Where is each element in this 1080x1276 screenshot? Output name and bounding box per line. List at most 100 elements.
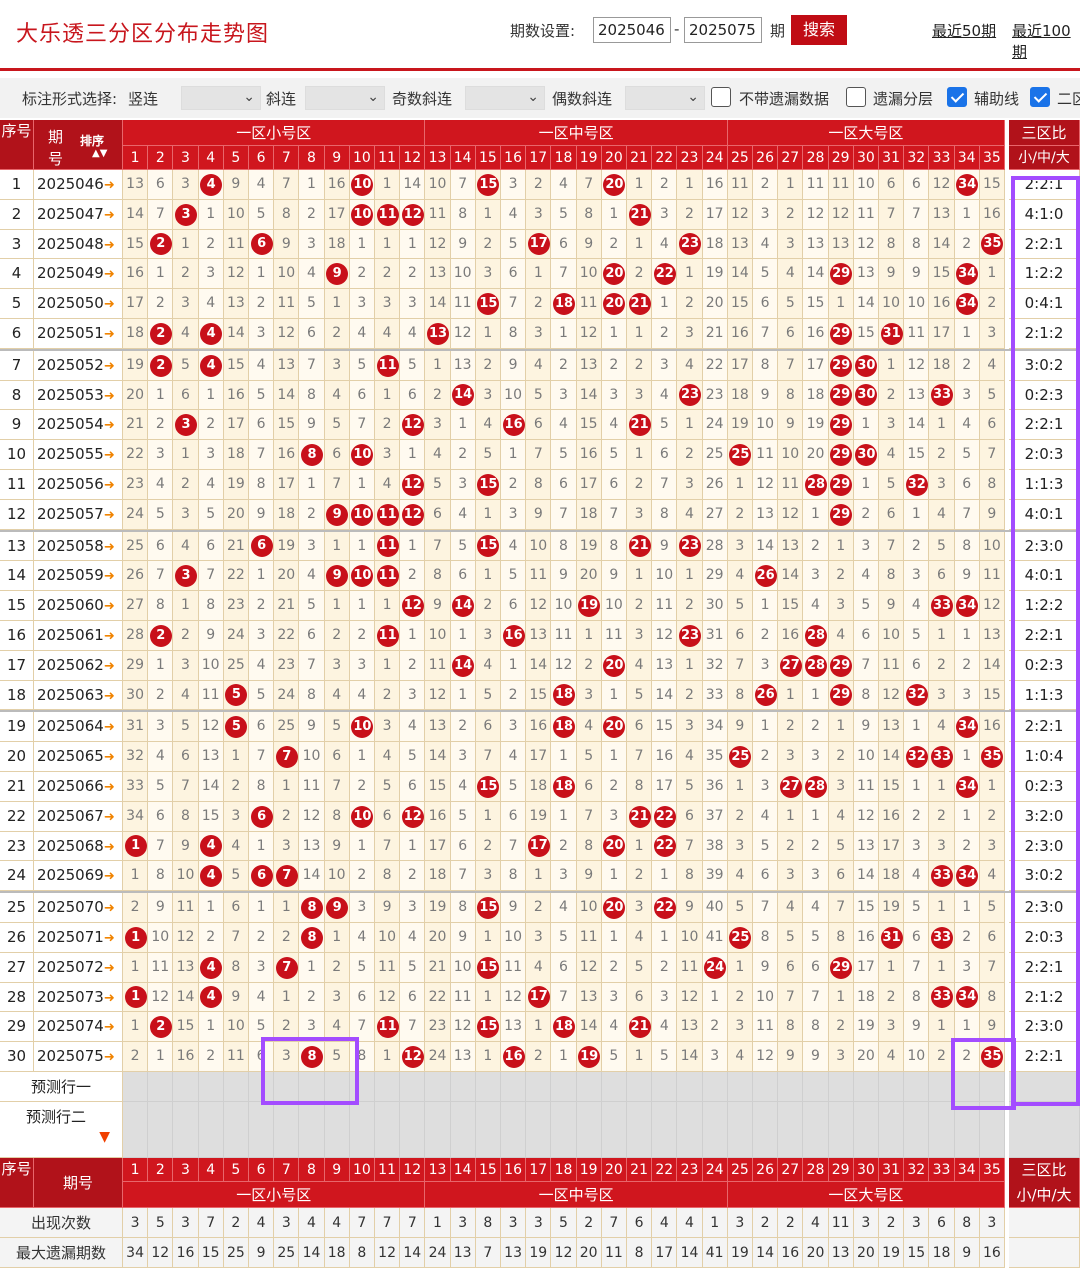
pred-row2-cell[interactable] — [929, 1102, 955, 1158]
pred-row1-cell[interactable] — [400, 1072, 426, 1102]
pred-row2-cell[interactable] — [954, 1102, 980, 1158]
pred-row2-cell[interactable] — [274, 1102, 300, 1158]
pred-row1-cell[interactable] — [576, 1072, 602, 1102]
pred-row2-cell[interactable] — [148, 1102, 174, 1158]
pred-row2-cell[interactable] — [803, 1102, 829, 1158]
pred-row1-cell[interactable] — [778, 1072, 804, 1102]
pred-row1-cell[interactable] — [904, 1072, 930, 1102]
pred-row2-cell[interactable] — [627, 1102, 653, 1158]
pred-row1-cell[interactable] — [148, 1072, 174, 1102]
pred-row2-cell[interactable] — [223, 1102, 249, 1158]
issue-from-input[interactable] — [593, 17, 671, 43]
footer-number-header: 28 — [803, 1158, 829, 1182]
pred-row1-cell[interactable] — [425, 1072, 451, 1102]
pred-row1-cell[interactable] — [803, 1072, 829, 1102]
pred-row2-cell[interactable] — [324, 1102, 350, 1158]
no-missing-checkbox[interactable] — [711, 87, 731, 107]
diagonal-select[interactable]: ⌄ — [305, 86, 385, 110]
pred-row2-cell[interactable] — [375, 1102, 401, 1158]
pred-row2-cell[interactable] — [123, 1102, 149, 1158]
pred-row2-cell[interactable] — [853, 1102, 879, 1158]
pred-row2-cell[interactable] — [601, 1102, 627, 1158]
pred-row2-cell[interactable] — [702, 1102, 728, 1158]
pred-row1-cell[interactable] — [198, 1072, 224, 1102]
pred-row1-cell[interactable] — [929, 1072, 955, 1102]
missing-count-cell: 3 — [652, 982, 678, 1013]
pred-row2-cell[interactable] — [652, 1102, 678, 1158]
pred-row2-cell[interactable] — [501, 1102, 527, 1158]
pred-row1-cell[interactable] — [853, 1072, 879, 1102]
missing-layer-checkbox[interactable] — [846, 87, 866, 107]
pred-row1-cell[interactable] — [274, 1072, 300, 1102]
row-ratio: 2:3:0 — [1009, 531, 1080, 562]
pred-row1-cell[interactable] — [677, 1072, 703, 1102]
odd-diagonal-select[interactable]: ⌄ — [465, 86, 545, 110]
pred-row1-cell[interactable] — [349, 1072, 375, 1102]
winning-ball: 28 — [804, 775, 827, 798]
missing-count-cell: 4 — [929, 499, 955, 530]
pred-row1-cell[interactable] — [601, 1072, 627, 1102]
aux-line-checkbox[interactable] — [947, 87, 967, 107]
pred-row2-cell[interactable] — [677, 1102, 703, 1158]
pred-row2-cell[interactable] — [249, 1102, 275, 1158]
pred-row2-cell[interactable] — [551, 1102, 577, 1158]
pred-row1-cell[interactable] — [627, 1072, 653, 1102]
pred-row2-cell[interactable] — [879, 1102, 905, 1158]
pred-row2-cell[interactable] — [349, 1102, 375, 1158]
recent-50-link[interactable]: 最近50期 — [932, 20, 996, 41]
missing-count-cell: 2 — [425, 380, 451, 411]
pred-row1-cell[interactable] — [123, 1072, 149, 1102]
pred-row1-cell[interactable] — [551, 1072, 577, 1102]
recent-100-link[interactable]: 最近100期 — [1012, 20, 1080, 62]
pred-row1-cell[interactable] — [652, 1072, 678, 1102]
missing-count-cell: 3 — [652, 350, 678, 381]
stats-maxmiss-cell: 19 — [727, 1238, 753, 1268]
pred-row1-cell[interactable] — [223, 1072, 249, 1102]
pred-row2-cell[interactable] — [753, 1102, 779, 1158]
pred-row2-cell[interactable] — [727, 1102, 753, 1158]
pred-row2-cell[interactable] — [299, 1102, 325, 1158]
pred-row1-cell[interactable] — [727, 1072, 753, 1102]
search-button[interactable]: 搜索 — [791, 15, 847, 45]
pred-row1-cell[interactable] — [828, 1072, 854, 1102]
pred-row1-cell[interactable] — [249, 1072, 275, 1102]
pred-row1-cell[interactable] — [475, 1072, 501, 1102]
pred-row2-cell[interactable] — [576, 1102, 602, 1158]
sort-button[interactable]: 排序 — [80, 132, 104, 149]
missing-count-cell: 16 — [526, 712, 552, 743]
issue-to-input[interactable] — [684, 17, 762, 43]
pred-row2-cell[interactable] — [450, 1102, 476, 1158]
even-diagonal-select[interactable]: ⌄ — [625, 86, 705, 110]
pred-row1-cell[interactable] — [702, 1072, 728, 1102]
vertical-select[interactable]: ⌄ — [181, 86, 261, 110]
pred-row2-cell[interactable] — [400, 1102, 426, 1158]
pred-row2-cell[interactable] — [778, 1102, 804, 1158]
pred-row2-cell[interactable] — [198, 1102, 224, 1158]
pred-row2-cell[interactable] — [475, 1102, 501, 1158]
winning-number-cell: 1 — [123, 831, 149, 862]
pred-row1-cell[interactable] — [299, 1072, 325, 1102]
extra-zone-checkbox[interactable] — [1030, 87, 1050, 107]
pred-row1-cell[interactable] — [954, 1072, 980, 1102]
pred-row1-cell[interactable] — [753, 1072, 779, 1102]
pred-row2-cell[interactable] — [425, 1102, 451, 1158]
winning-number-cell: 2 — [148, 1012, 174, 1043]
winning-number-cell: 33 — [929, 742, 955, 772]
pred-row2-cell[interactable] — [526, 1102, 552, 1158]
missing-count-cell: 19 — [727, 410, 753, 441]
pred-row1-cell[interactable] — [501, 1072, 527, 1102]
pred-row1-cell[interactable] — [879, 1072, 905, 1102]
pred-row2-cell[interactable] — [828, 1102, 854, 1158]
pred-row2-cell[interactable] — [173, 1102, 199, 1158]
pred-row1-cell[interactable] — [450, 1072, 476, 1102]
pred-row2-cell[interactable] — [979, 1102, 1005, 1158]
pred-row2-cell[interactable] — [904, 1102, 930, 1158]
missing-count-cell: 5 — [627, 952, 653, 983]
pred-row1-cell[interactable] — [979, 1072, 1005, 1102]
pred-row1-cell[interactable] — [526, 1072, 552, 1102]
pred-row1-cell[interactable] — [173, 1072, 199, 1102]
missing-count-cell: 8 — [979, 982, 1005, 1013]
pred-row1-cell[interactable] — [375, 1072, 401, 1102]
missing-count-cell: 3 — [979, 831, 1005, 862]
pred-row1-cell[interactable] — [324, 1072, 350, 1102]
